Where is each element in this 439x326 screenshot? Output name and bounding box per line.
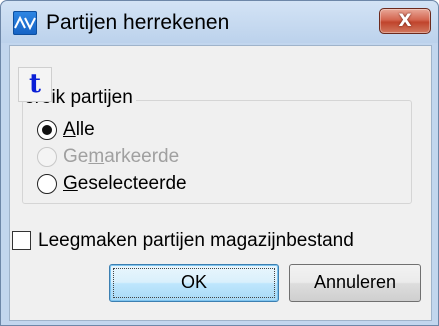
radio-all-button[interactable] xyxy=(37,120,57,140)
ok-button[interactable]: OK xyxy=(109,264,279,302)
title-bar[interactable]: Partijen herrekenen X xyxy=(1,1,438,43)
cancel-button-label: Annuleren xyxy=(313,272,397,292)
app-icon xyxy=(13,11,37,35)
clear-batches-checkbox[interactable] xyxy=(12,231,31,250)
close-icon: X xyxy=(398,11,412,31)
radio-selected-label: Geselecteerde xyxy=(63,173,187,194)
radio-marked-button xyxy=(37,147,57,167)
t-icon-letter: t xyxy=(28,69,41,99)
cancel-button[interactable]: Annuleren xyxy=(289,264,421,302)
clear-batches-label: Leegmaken partijen magazijnbestand xyxy=(38,230,354,251)
radio-all-label: Alle xyxy=(63,119,95,140)
close-button[interactable]: X xyxy=(379,8,431,34)
radio-marked-label: Gemarkeerde xyxy=(63,146,180,167)
window-title: Partijen herrekenen xyxy=(46,11,230,34)
radio-selected-button[interactable] xyxy=(37,174,57,194)
t-icon[interactable]: t xyxy=(18,67,52,102)
focus-rectangle xyxy=(113,268,275,298)
